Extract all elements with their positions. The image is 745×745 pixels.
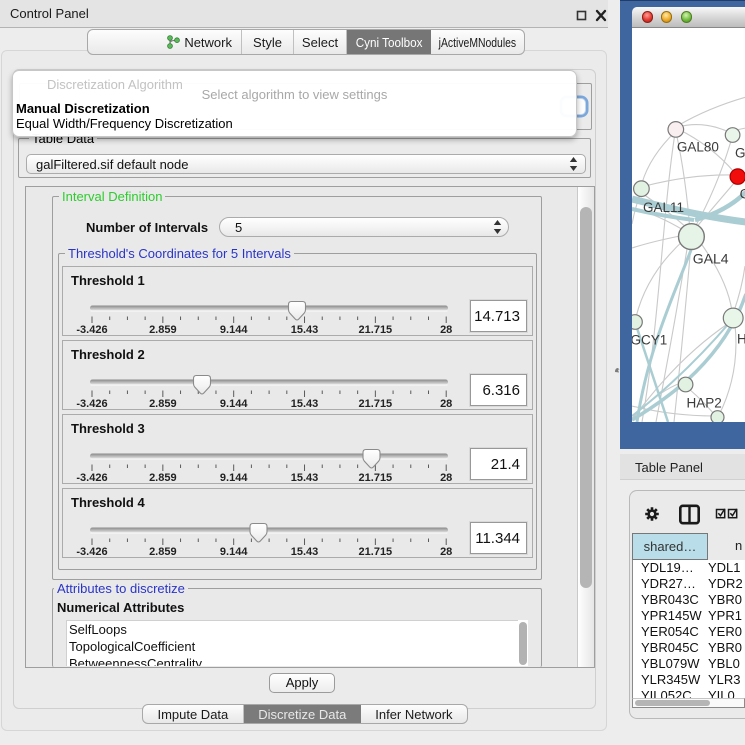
svg-text:GAL4: GAL4	[692, 251, 728, 267]
svg-text:H: H	[737, 332, 745, 347]
svg-text:GCY1: GCY1	[632, 333, 667, 348]
svg-text:C: C	[739, 187, 745, 202]
svg-text:GA: GA	[735, 146, 745, 161]
svg-text:GAL11: GAL11	[643, 200, 684, 215]
svg-text:HAP2: HAP2	[686, 396, 721, 411]
svg-text:GAL80: GAL80	[676, 140, 718, 155]
